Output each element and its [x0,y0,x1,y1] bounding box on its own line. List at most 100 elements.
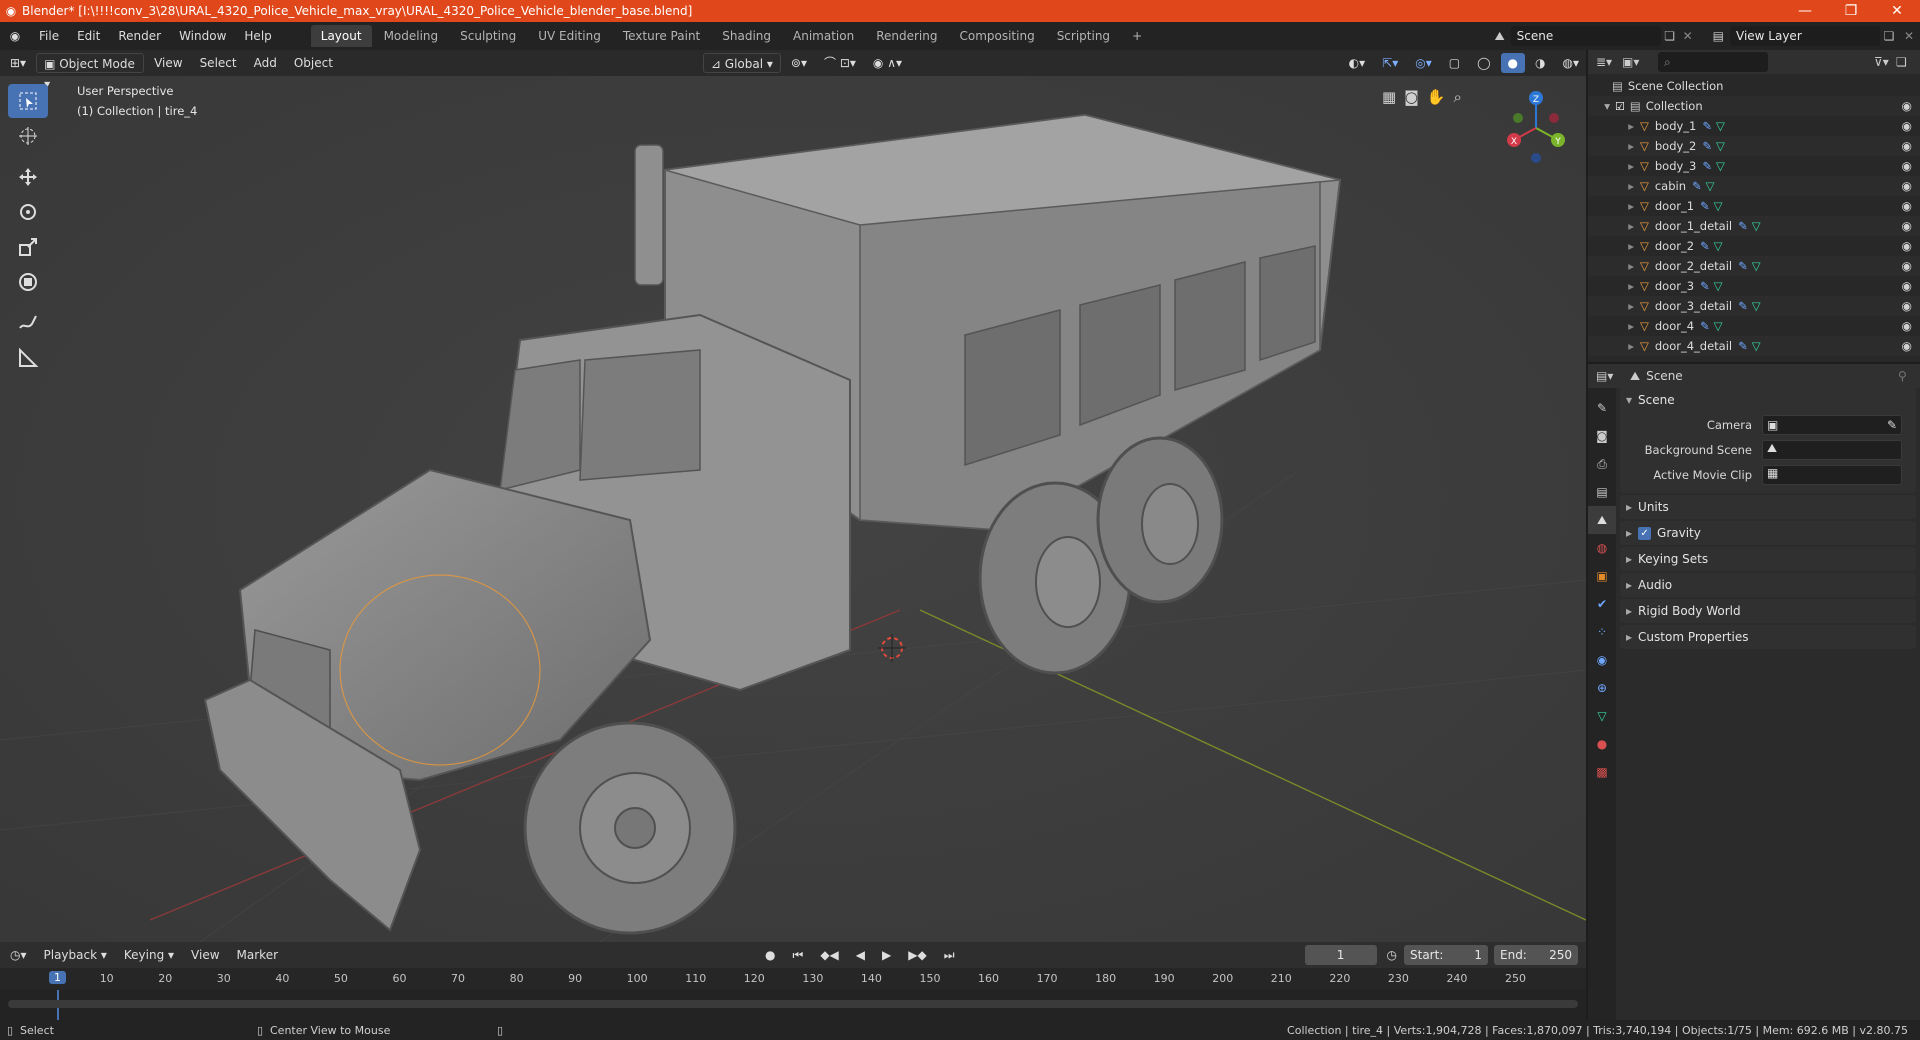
filter-icon[interactable]: ⊽▾ [1874,55,1896,69]
outliner-row[interactable]: ▸ ▽ door_1 ✎ ▽ ◉ [1588,196,1920,216]
tab-scripting[interactable]: Scripting [1047,25,1120,47]
menu-playback[interactable]: Playback ▾ [37,945,114,965]
tab-shading[interactable]: Shading [712,25,781,47]
material-tab-icon[interactable]: ● [1588,730,1616,758]
transform-orientation-dropdown[interactable]: ⊿ Global ▾ [702,53,781,73]
tab-sculpting[interactable]: Sculpting [450,25,526,47]
minimize-button[interactable]: — [1782,3,1828,19]
expand-arrow-icon[interactable]: ▸ [1588,239,1634,253]
collapse-arrow-icon[interactable]: ▾ [1588,99,1610,113]
shading-material-icon[interactable]: ◑ [1528,53,1552,73]
scale-tool[interactable] [8,230,48,264]
eyedropper-icon[interactable]: ✎ [1887,418,1897,432]
data-tab-icon[interactable]: ▽ [1588,702,1616,730]
navigation-gizmo[interactable]: Z Y X [1496,88,1576,168]
timeline-body[interactable] [0,990,1586,1020]
expand-arrow-icon[interactable]: ▸ [1588,339,1634,353]
world-tab-icon[interactable]: ◍ [1588,534,1616,562]
visibility-eye-icon[interactable]: ◉ [1902,199,1912,213]
transform-tool[interactable] [8,265,48,299]
collection-checkbox-icon[interactable]: ☑ [1615,100,1625,113]
menu-file[interactable]: File [30,22,68,50]
active-movie-clip-field[interactable]: ▦ [1762,464,1902,485]
property-section-header[interactable]: ▸ Audio [1620,573,1916,597]
output-tab-icon[interactable]: ⎙ [1588,450,1616,478]
properties-editor-type-icon[interactable]: ▤▾ [1596,369,1630,383]
select-box-tool[interactable] [8,84,48,118]
tab-rendering[interactable]: Rendering [866,25,947,47]
play-reverse-icon[interactable]: ◀ [849,945,872,965]
menu-object[interactable]: Object [287,53,340,73]
jump-start-icon[interactable]: ⏮ [786,945,811,965]
shading-solid-icon[interactable]: ● [1500,53,1526,73]
view-layer-icon[interactable]: ▤ [1713,29,1724,43]
start-frame-field[interactable]: Start: 1 [1404,945,1488,965]
menu-timeline-view[interactable]: View [184,945,226,965]
snap-icon[interactable]: ⌒ ⊡▾ [817,53,863,73]
outliner-row[interactable]: ▸ ▽ door_4 ✎ ▽ ◉ [1588,316,1920,336]
view-layer-tab-icon[interactable]: ▤ [1588,478,1616,506]
menu-marker[interactable]: Marker [230,945,285,965]
pivot-point-icon[interactable]: ⊚▾ [784,53,814,73]
measure-tool[interactable] [8,341,48,375]
expand-arrow-icon[interactable]: ▸ [1588,159,1634,173]
menu-render[interactable]: Render [109,22,170,50]
scene-icon[interactable]: ⛰ [1495,29,1505,44]
menu-add[interactable]: Add [247,53,284,73]
outliner-row-collection[interactable]: ▾ ☑ ▤ Collection ◉ [1588,96,1920,116]
background-scene-field[interactable]: ⛰ [1762,439,1902,460]
maximize-button[interactable]: ❐ [1828,3,1874,19]
visibility-eye-icon[interactable]: ◉ [1902,279,1912,293]
outliner-row[interactable]: ▸ ▽ door_2 ✎ ▽ ◉ [1588,236,1920,256]
outliner-row[interactable]: ▸ ▽ body_1 ✎ ▽ ◉ [1588,116,1920,136]
current-frame-field[interactable]: 1 [1304,945,1377,965]
particles-tab-icon[interactable]: ⁘ [1588,618,1616,646]
visibility-eye-icon[interactable]: ◉ [1902,319,1912,333]
visibility-eye-icon[interactable]: ◉ [1902,259,1912,273]
property-section-header[interactable]: ▸ Units [1620,495,1916,519]
cursor-tool[interactable] [8,119,48,153]
visibility-eye-icon[interactable]: ◉ [1902,179,1912,193]
tab-texture-paint[interactable]: Texture Paint [613,25,710,47]
expand-arrow-icon[interactable]: ▸ [1588,199,1634,213]
expand-arrow-icon[interactable]: ▸ [1588,139,1634,153]
remove-view-layer-icon[interactable]: ✕ [1898,29,1920,43]
view-layer-field[interactable]: View Layer [1730,26,1880,46]
menu-window[interactable]: Window [170,22,235,50]
expand-arrow-icon[interactable]: ▸ [1588,119,1634,133]
menu-edit[interactable]: Edit [68,22,109,50]
scene-panel-header[interactable]: ▾ Scene [1620,388,1916,412]
play-icon[interactable]: ▶ [875,945,898,965]
timeline-editor-type-icon[interactable]: ◷▾ [3,945,34,965]
tab-modeling[interactable]: Modeling [374,25,449,47]
visibility-eye-icon[interactable]: ◉ [1902,139,1912,153]
expand-arrow-icon[interactable]: ▸ [1588,319,1634,333]
expand-arrow-icon[interactable]: ▸ [1588,299,1634,313]
outliner-search-input[interactable]: ⌕ [1658,52,1768,72]
visibility-eye-icon[interactable]: ◉ [1902,339,1912,353]
outliner-row[interactable]: ▸ ▽ door_2_detail ✎ ▽ ◉ [1588,256,1920,276]
3d-viewport[interactable]: ⊞▾ ▣ Object Mode ▾ View Select Add Objec… [0,50,1586,942]
visibility-icon[interactable]: ◐▾ [1342,53,1373,73]
outliner-row[interactable]: ▸ ▽ door_4_detail ✎ ▽ ◉ [1588,336,1920,356]
gizmo-toggle-icon[interactable]: ⇱▾ [1375,53,1405,73]
annotate-tool[interactable] [8,306,48,340]
outliner-row[interactable]: ▸ ▽ cabin ✎ ▽ ◉ [1588,176,1920,196]
visibility-eye-icon[interactable]: ◉ [1902,119,1912,133]
tool-tab-icon[interactable]: ✎ [1588,394,1616,422]
rotate-tool[interactable] [8,195,48,229]
move-tool[interactable] [8,160,48,194]
timeline-scrollbar[interactable] [8,1000,1578,1008]
physics-tab-icon[interactable]: ◉ [1588,646,1616,674]
tab-uv-editing[interactable]: UV Editing [528,25,611,47]
tab-animation[interactable]: Animation [783,25,864,47]
tab-compositing[interactable]: Compositing [949,25,1044,47]
visibility-eye-icon[interactable]: ◉ [1902,239,1912,253]
object-tab-icon[interactable]: ▣ [1588,562,1616,590]
outliner-row-scene-collection[interactable]: ▤ Scene Collection [1588,76,1920,96]
texture-tab-icon[interactable]: ▩ [1588,758,1616,786]
property-section-header[interactable]: ▸ ✓ Gravity [1620,521,1916,545]
gravity-checkbox[interactable]: ✓ [1638,526,1652,540]
expand-arrow-icon[interactable]: ▸ [1588,259,1634,273]
editor-type-icon[interactable]: ⊞▾ [3,53,33,73]
